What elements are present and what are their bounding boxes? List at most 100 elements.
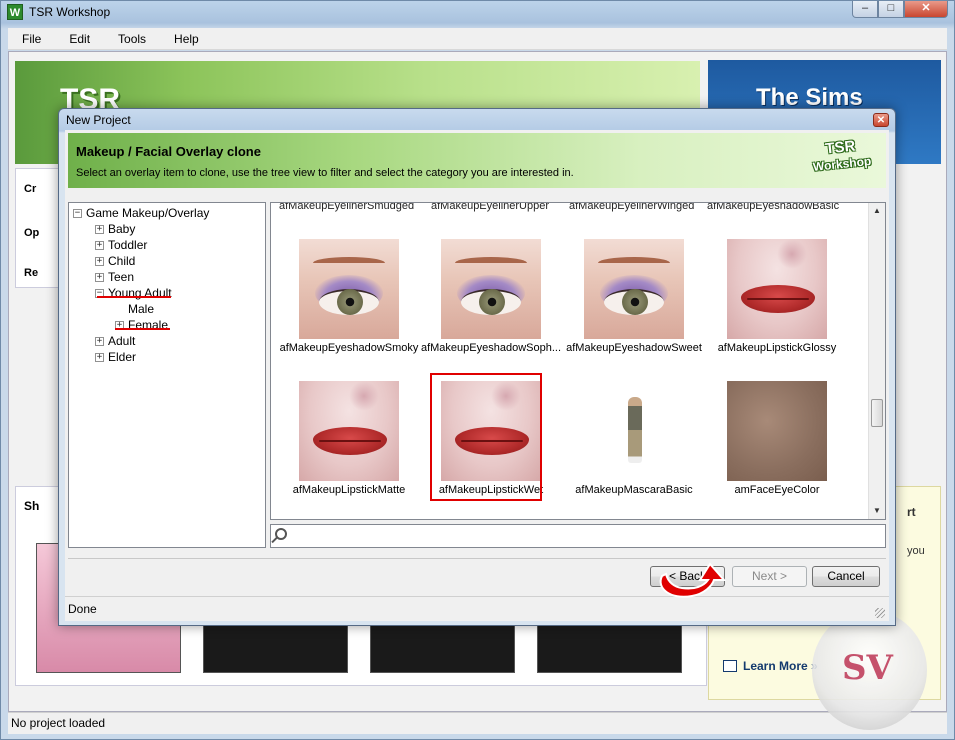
overlay-item-label: afMakeupEyeshadowSmoky	[279, 342, 419, 354]
overlay-item-label: afMakeupLipstickGlossy	[717, 342, 837, 354]
search-input[interactable]	[293, 527, 873, 545]
window-icon	[723, 660, 737, 672]
menu-tools[interactable]: Tools	[104, 32, 160, 46]
header-title: Makeup / Facial Overlay clone	[76, 144, 261, 159]
tree-item-toddler[interactable]: + Toddler	[95, 237, 147, 253]
category-tree[interactable]: − Game Makeup/Overlay + Baby + Toddler + Chil…	[68, 202, 266, 548]
learn-more-link[interactable]: Learn More »	[723, 659, 818, 673]
maximize-icon[interactable]: □	[878, 1, 904, 18]
info-text: you	[907, 545, 925, 557]
overlay-thumbnail	[441, 239, 541, 339]
header-subtitle: Select an overlay item to clone, use the…	[76, 167, 574, 179]
tree-item-teen[interactable]: + Teen	[95, 269, 134, 285]
window-title: TSR Workshop	[29, 5, 111, 19]
tree-item-label: Male	[128, 302, 155, 316]
expand-icon[interactable]: +	[95, 256, 104, 266]
tree-item-baby[interactable]: + Baby	[95, 221, 135, 237]
tree-item-label: Teen	[108, 270, 135, 284]
overlay-thumbnail	[299, 381, 399, 481]
tree-item-label: Adult	[108, 334, 136, 348]
tree-item-label: Baby	[108, 222, 136, 236]
tree-item-young-adult[interactable]: − Young Adult	[95, 285, 172, 301]
tree-item-male[interactable]: Male	[115, 301, 154, 317]
scroll-thumb[interactable]	[871, 399, 883, 427]
highlight-underline	[115, 328, 170, 330]
overlay-item-label: afMakeupMascaraBasic	[575, 484, 693, 496]
overlay-item[interactable]: afMakeupMascaraBasic	[564, 381, 704, 515]
scroll-up-icon[interactable]: ▲	[869, 203, 885, 219]
overlay-item[interactable]: afMakeupLipstickWet	[421, 373, 561, 515]
expand-icon[interactable]: +	[95, 272, 104, 282]
scroll-down-icon[interactable]: ▼	[869, 503, 885, 519]
expand-icon[interactable]: +	[95, 336, 104, 346]
item-label-partial: afMakeupEyeshadowBasic	[707, 202, 840, 212]
search-icon	[275, 528, 287, 540]
new-project-dialog: New Project ✕ Makeup / Facial Overlay cl…	[58, 108, 896, 626]
info-heading: rt	[907, 505, 916, 519]
overlay-thumbnail	[299, 239, 399, 339]
window-controls: ‒ □ ✕	[852, 1, 948, 18]
tsr-workshop-logo: TSR Workshop	[810, 136, 872, 176]
expand-icon[interactable]: +	[95, 224, 104, 234]
tree-item-adult[interactable]: + Adult	[95, 333, 135, 349]
menu-help[interactable]: Help	[160, 32, 213, 46]
app-icon: W	[7, 4, 23, 20]
overlay-thumbnail	[584, 239, 684, 339]
overlay-item[interactable]: afMakeupEyeshadowSmoky	[279, 239, 419, 373]
expand-icon[interactable]: +	[95, 352, 104, 362]
overlay-thumbnail	[584, 381, 684, 481]
create-link[interactable]: Cr	[24, 183, 36, 195]
dialog-status-bar: Done	[65, 596, 889, 621]
overlay-thumbnail	[727, 239, 827, 339]
overlay-item[interactable]: afMakeupEyeshadowSweet	[564, 239, 704, 373]
search-field[interactable]	[270, 524, 886, 548]
tree-root[interactable]: − Game Makeup/Overlay	[73, 205, 209, 221]
annotation-arrow-icon	[659, 562, 727, 598]
divider	[68, 558, 886, 559]
overlay-item[interactable]: afMakeupLipstickGlossy	[707, 239, 847, 373]
watermark-text: SV	[842, 648, 893, 688]
menu-bar: File Edit Tools Help	[8, 28, 947, 50]
vertical-scrollbar[interactable]: ▲ ▼	[868, 203, 885, 519]
minimize-icon[interactable]: ‒	[852, 1, 878, 18]
selection-highlight	[430, 373, 542, 501]
item-label-partial: afMakeupEyelinerUpper	[431, 202, 550, 212]
highlight-underline	[97, 296, 171, 298]
tree-item-female[interactable]: + Female	[115, 317, 168, 333]
close-icon[interactable]: ✕	[904, 1, 948, 18]
menu-edit[interactable]: Edit	[55, 32, 104, 46]
item-label-partial: afMakeupEyelinerSmudged	[279, 202, 415, 212]
title-bar: W TSR Workshop ‒ □ ✕	[1, 1, 954, 23]
tree-root-label: Game Makeup/Overlay	[86, 206, 210, 220]
tree-item-label: Child	[108, 254, 136, 268]
tree-item-child[interactable]: + Child	[95, 253, 135, 269]
overlay-item[interactable]: amFaceEyeColor	[707, 381, 847, 515]
status-bar: No project loaded	[8, 712, 947, 734]
overlay-item-label: afMakeupEyeshadowSweet	[566, 342, 702, 354]
overlay-item-label: amFaceEyeColor	[734, 484, 820, 496]
expand-icon[interactable]: +	[95, 240, 104, 250]
open-link[interactable]: Op	[24, 227, 39, 239]
collapse-icon[interactable]: −	[73, 208, 82, 218]
dialog-header: Makeup / Facial Overlay clone Select an …	[68, 133, 886, 188]
cancel-button[interactable]: Cancel	[812, 566, 880, 587]
tree-item-label: Elder	[108, 350, 137, 364]
overlay-item-grid[interactable]: afMakeupEyelinerSmudged afMakeupEyelinerU…	[270, 202, 886, 520]
overlay-item[interactable]: afMakeupLipstickMatte	[279, 381, 419, 515]
watermark-logo: SV	[812, 610, 927, 730]
dialog-body: Makeup / Facial Overlay clone Select an …	[65, 130, 889, 621]
showcase-heading: Sh	[24, 499, 40, 513]
overlay-thumbnail	[727, 381, 827, 481]
next-button[interactable]: Next >	[732, 566, 807, 587]
overlay-item-label: afMakeupEyeshadowSoph...	[420, 342, 562, 354]
recent-link[interactable]: Re	[24, 267, 38, 279]
menu-file[interactable]: File	[8, 32, 55, 46]
tree-item-label: Toddler	[108, 238, 148, 252]
item-label-partial: afMakeupEyelinerWinged	[569, 202, 695, 212]
tree-item-elder[interactable]: + Elder	[95, 349, 136, 365]
overlay-item-label: afMakeupLipstickMatte	[292, 484, 406, 496]
resize-grip-icon[interactable]	[875, 608, 885, 618]
learn-more-label: Learn More »	[743, 659, 818, 673]
close-icon[interactable]: ✕	[873, 113, 889, 127]
overlay-item[interactable]: afMakeupEyeshadowSoph...	[421, 239, 561, 373]
